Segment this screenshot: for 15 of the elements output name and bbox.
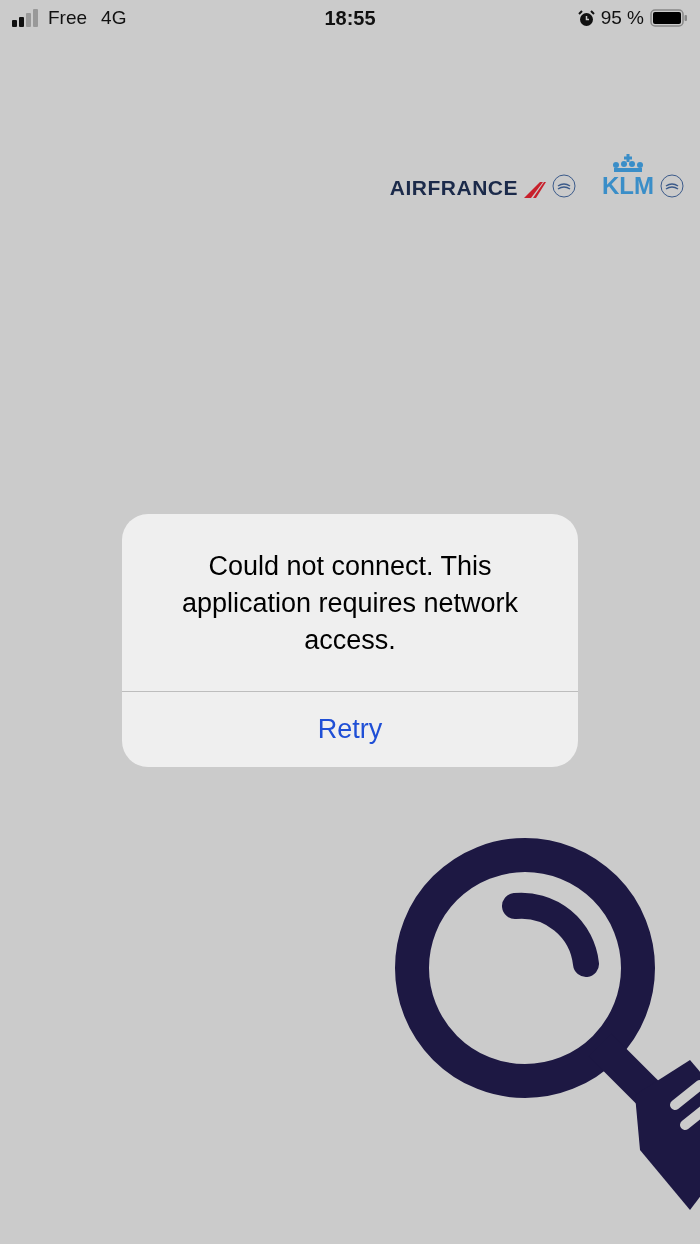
airline-logo: KLM	[602, 174, 654, 198]
battery-icon	[650, 9, 688, 27]
retry-button[interactable]: Retry	[122, 692, 578, 767]
alert-message: Could not connect. This application requires network access.	[180, 550, 520, 657]
alliance-icon	[660, 174, 684, 198]
battery-percent: 95 %	[600, 7, 644, 29]
carrier-name: Free	[48, 7, 88, 29]
signal-icon	[12, 9, 40, 27]
clock-time: 18:55	[324, 6, 376, 30]
stripe-icon	[524, 182, 546, 198]
airline-logo: AIRFRANCE	[389, 177, 518, 198]
alliance-icon	[552, 174, 576, 198]
network-type: 4G	[101, 7, 127, 29]
crown-icon	[612, 154, 644, 172]
alarm-icon	[577, 9, 595, 27]
